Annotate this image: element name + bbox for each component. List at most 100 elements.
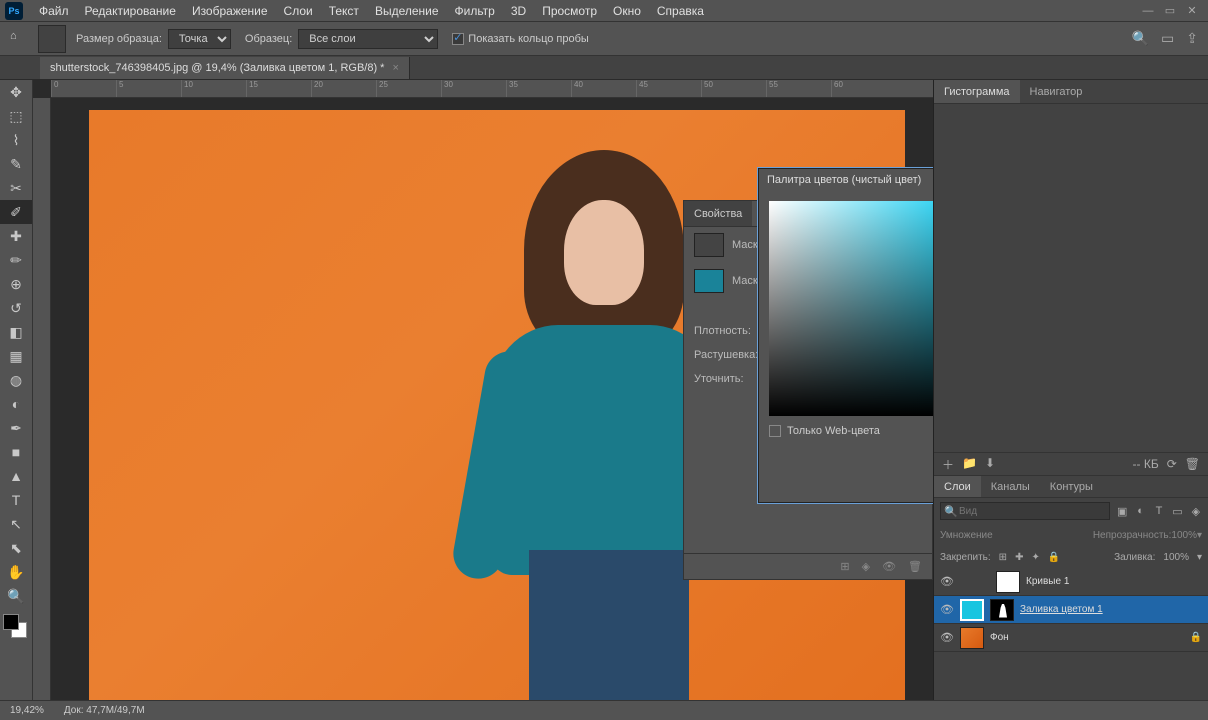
blur-tool[interactable]: ◍ xyxy=(0,368,32,392)
lock-image-icon[interactable]: ✦ xyxy=(1031,552,1039,563)
align-icon[interactable]: ⊞ xyxy=(840,560,849,573)
menubar: Ps Файл Редактирование Изображение Слои … xyxy=(0,0,1208,22)
web-only-checkbox[interactable] xyxy=(769,425,781,437)
menu-window[interactable]: Окно xyxy=(605,4,649,18)
window-close-icon[interactable]: ✕ xyxy=(1181,3,1203,19)
layer-curves[interactable]: 👁 Кривые 1 xyxy=(934,568,1208,596)
layer-name[interactable]: Фон xyxy=(990,632,1009,643)
feather-label: Растушевка: xyxy=(694,349,758,361)
menu-view[interactable]: Просмотр xyxy=(534,4,605,18)
menu-text[interactable]: Текст xyxy=(321,4,367,18)
tab-properties[interactable]: Свойства xyxy=(684,201,752,226)
folder-icon[interactable]: 📁 xyxy=(962,456,977,473)
crop-tool[interactable]: ✂ xyxy=(0,176,32,200)
filter-image-icon[interactable]: ▣ xyxy=(1116,505,1128,518)
document-tab-title: shutterstock_746398405.jpg @ 19,4% (Зали… xyxy=(50,62,384,74)
sample-layers-select[interactable]: Все слои xyxy=(298,29,438,49)
zoom-tool[interactable]: 🔍 xyxy=(0,584,32,608)
history-brush-tool[interactable]: ↺ xyxy=(0,296,32,320)
dodge-tool[interactable]: ◐ xyxy=(0,392,32,416)
tab-channels[interactable]: Каналы xyxy=(981,476,1040,497)
document-tab[interactable]: shutterstock_746398405.jpg @ 19,4% (Зали… xyxy=(40,57,410,79)
tab-histogram[interactable]: Гистограмма xyxy=(934,80,1020,103)
layer-filter-input[interactable] xyxy=(940,502,1110,520)
layer-visibility-icon[interactable]: 👁 xyxy=(940,603,954,616)
path-select-tool[interactable]: ↖ xyxy=(0,512,32,536)
trash-icon[interactable]: 🗑 xyxy=(1185,457,1200,471)
tab-navigator[interactable]: Навигатор xyxy=(1020,80,1093,103)
eyedropper-tool[interactable]: ✐ xyxy=(0,200,32,224)
document-tab-close-icon[interactable]: × xyxy=(392,62,398,74)
tab-layers[interactable]: Слои xyxy=(934,476,981,497)
save-icon[interactable]: ⬇ xyxy=(985,456,995,473)
quick-select-tool[interactable]: ✎ xyxy=(0,152,32,176)
lock-pixels-icon[interactable]: ⊞ xyxy=(999,552,1007,563)
lock-position-icon[interactable]: ✚ xyxy=(1015,552,1023,563)
opacity-value[interactable]: 100% xyxy=(1171,530,1197,541)
menu-help[interactable]: Справка xyxy=(649,4,712,18)
menu-3d[interactable]: 3D xyxy=(503,4,534,18)
new-group-icon[interactable]: ＋ xyxy=(942,456,954,473)
foreground-color-swatch[interactable] xyxy=(3,614,19,630)
tab-paths[interactable]: Контуры xyxy=(1040,476,1103,497)
fill-label: Заливка: xyxy=(1114,552,1155,563)
status-bar: 19,42% Док: 47,7M/49,7M xyxy=(0,700,1208,720)
layer-color-fill[interactable]: 👁 Заливка цветом 1 xyxy=(934,596,1208,624)
brush-tool[interactable]: ✏ xyxy=(0,248,32,272)
show-ring-checkbox[interactable] xyxy=(452,33,464,45)
lasso-tool[interactable]: ⌇ xyxy=(0,128,32,152)
saturation-brightness-field[interactable] xyxy=(769,201,933,416)
home-icon[interactable]: ⌂ xyxy=(10,30,28,48)
filter-adjust-icon[interactable]: ◐ xyxy=(1134,505,1146,517)
menu-file[interactable]: Файл xyxy=(31,4,77,18)
doc-size: Док: 47,7M/49,7M xyxy=(64,705,145,716)
stamp-tool[interactable]: ⊕ xyxy=(0,272,32,296)
eraser-tool[interactable]: ◧ xyxy=(0,320,32,344)
marquee-tool[interactable]: ⬚ xyxy=(0,104,32,128)
menu-edit[interactable]: Редактирование xyxy=(77,4,184,18)
layer-name[interactable]: Кривые 1 xyxy=(1026,576,1069,587)
layer-lock-icon[interactable]: 🔒 xyxy=(1190,632,1202,643)
window-maximize-icon[interactable]: ▭ xyxy=(1159,3,1181,19)
sample-size-label: Размер образца: xyxy=(76,33,162,45)
layer-name[interactable]: Заливка цветом 1 xyxy=(1020,604,1103,615)
opacity-label: Непрозрачность: xyxy=(1093,530,1172,541)
menu-image[interactable]: Изображение xyxy=(184,4,276,18)
color-swatches[interactable] xyxy=(0,612,32,642)
menu-layer[interactable]: Слои xyxy=(276,4,321,18)
type-tool[interactable]: T xyxy=(0,488,32,512)
hand-tool[interactable]: ✋ xyxy=(0,560,32,584)
filter-smart-icon[interactable]: ◈ xyxy=(1190,505,1202,518)
search-icon: 🔍 xyxy=(944,505,958,518)
fill-swatch[interactable] xyxy=(694,269,724,293)
share-icon[interactable]: ⇪ xyxy=(1186,30,1198,47)
lock-all-icon[interactable]: 🔒 xyxy=(1048,552,1060,563)
menu-select[interactable]: Выделение xyxy=(367,4,447,18)
workspace-icon[interactable]: ▭ xyxy=(1161,30,1174,47)
filter-shape-icon[interactable]: ▭ xyxy=(1171,505,1183,518)
direct-select-tool[interactable]: ⬉ xyxy=(0,536,32,560)
layer-background[interactable]: 👁 Фон 🔒 xyxy=(934,624,1208,652)
layer-visibility-icon[interactable]: 👁 xyxy=(940,575,954,588)
rectangle-tool[interactable]: ■ xyxy=(0,440,32,464)
refresh-icon[interactable]: ⟳ xyxy=(1167,457,1177,471)
sample-size-select[interactable]: Точка xyxy=(168,29,231,49)
eye-icon[interactable]: 👁 xyxy=(882,560,896,573)
gradient-tool[interactable]: ▦ xyxy=(0,344,32,368)
fill-value[interactable]: 100% xyxy=(1163,552,1189,563)
search-icon[interactable]: 🔍 xyxy=(1132,30,1149,47)
link-mask-icon[interactable]: ◈ xyxy=(862,560,870,573)
trash-icon[interactable]: 🗑 xyxy=(908,560,922,573)
window-minimize-icon[interactable]: — xyxy=(1137,3,1159,19)
triangle-tool[interactable]: ▲ xyxy=(0,464,32,488)
layer-visibility-icon[interactable]: 👁 xyxy=(940,631,954,644)
menu-filter[interactable]: Фильтр xyxy=(447,4,503,18)
zoom-level[interactable]: 19,42% xyxy=(10,705,44,716)
filter-type-icon[interactable]: T xyxy=(1153,505,1165,517)
lock-label: Закрепить: xyxy=(940,552,991,563)
move-tool[interactable]: ✥ xyxy=(0,80,32,104)
eyedropper-tool-icon[interactable] xyxy=(38,25,66,53)
toolbar: ✥ ⬚ ⌇ ✎ ✂ ✐ ✚ ✏ ⊕ ↺ ◧ ▦ ◍ ◐ ✒ ■ ▲ T ↖ ⬉ … xyxy=(0,80,33,720)
healing-tool[interactable]: ✚ xyxy=(0,224,32,248)
pen-tool[interactable]: ✒ xyxy=(0,416,32,440)
